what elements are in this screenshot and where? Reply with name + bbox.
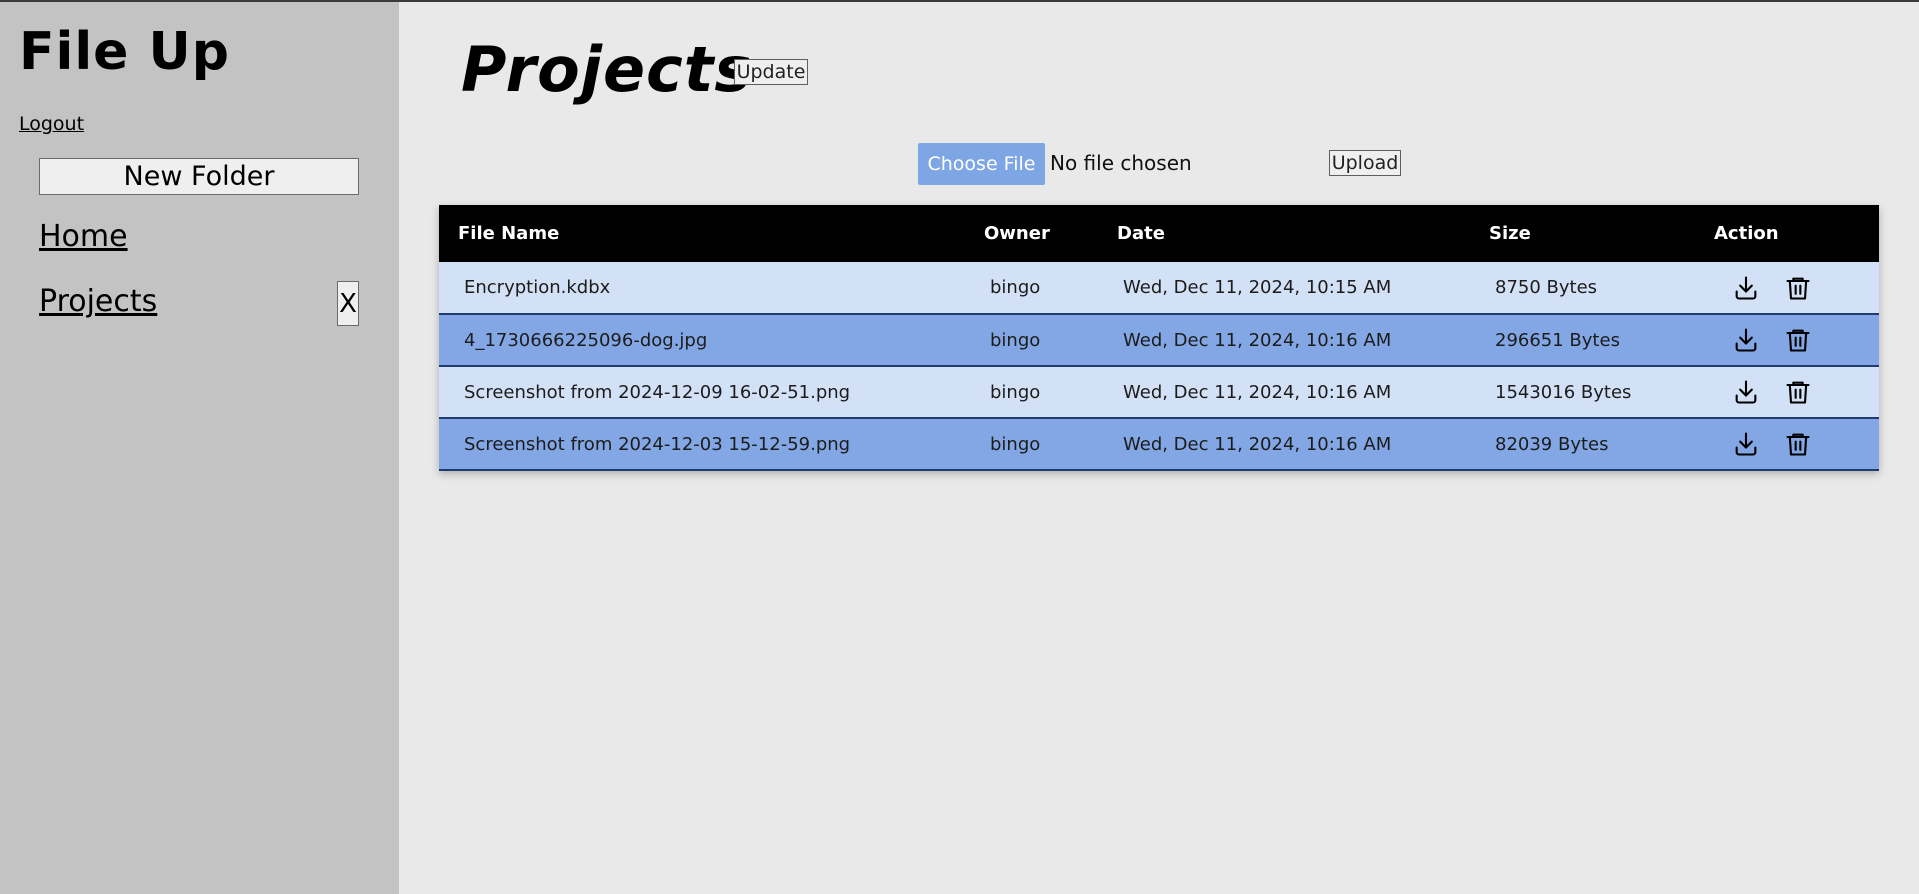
owner-cell: bingo: [990, 381, 1041, 403]
new-folder-button[interactable]: New Folder: [39, 158, 359, 195]
column-header-size[interactable]: Size: [1470, 205, 1695, 262]
column-header-date[interactable]: Date: [1098, 205, 1470, 262]
file-table: File Name Owner Date Size Action Encrypt…: [439, 205, 1879, 471]
date-cell: Wed, Dec 11, 2024, 10:15 AM: [1123, 277, 1392, 298]
sidebar: File Up Logout New Folder Home Projects …: [0, 2, 399, 894]
file-name-cell: Screenshot from 2024-12-09 16-02-51.png: [464, 381, 851, 403]
table-row: 4_1730666225096-dog.jpg bingo Wed, Dec 1…: [439, 314, 1879, 366]
trash-icon[interactable]: [1784, 430, 1812, 458]
download-icon[interactable]: [1732, 430, 1760, 458]
owner-cell: bingo: [990, 433, 1041, 455]
trash-icon[interactable]: [1784, 326, 1812, 354]
download-icon[interactable]: [1732, 326, 1760, 354]
column-header-action: Action: [1714, 223, 1779, 244]
table-header-row: File Name Owner Date Size Action: [439, 205, 1879, 262]
size-cell: 296651 Bytes: [1495, 329, 1620, 351]
action-cell: [1695, 418, 1879, 470]
file-name-cell: Encryption.kdbx: [464, 277, 611, 298]
file-name-cell: Screenshot from 2024-12-03 15-12-59.png: [464, 433, 851, 455]
action-cell: [1695, 366, 1879, 418]
file-status-text: No file chosen: [1050, 151, 1192, 175]
page-title: Projects: [461, 33, 753, 106]
trash-icon[interactable]: [1784, 274, 1812, 302]
trash-icon[interactable]: [1784, 378, 1812, 406]
table-row: Screenshot from 2024-12-09 16-02-51.png …: [439, 366, 1879, 418]
column-header-owner[interactable]: Owner: [965, 205, 1098, 262]
download-icon[interactable]: [1732, 378, 1760, 406]
app-title: File Up: [19, 22, 230, 82]
upload-button[interactable]: Upload: [1329, 150, 1401, 176]
action-cell: [1695, 314, 1879, 366]
size-cell: 1543016 Bytes: [1495, 381, 1632, 403]
date-cell: Wed, Dec 11, 2024, 10:16 AM: [1123, 381, 1392, 403]
owner-cell: bingo: [990, 329, 1041, 351]
file-name-cell: 4_1730666225096-dog.jpg: [464, 329, 708, 351]
action-cell: [1695, 262, 1879, 314]
logout-link[interactable]: Logout: [19, 113, 84, 135]
sidebar-item-projects[interactable]: Projects: [39, 284, 157, 319]
size-cell: 8750 Bytes: [1495, 277, 1598, 298]
choose-file-button[interactable]: Choose File: [918, 143, 1045, 185]
remove-folder-button[interactable]: X: [337, 281, 359, 326]
sidebar-item-home[interactable]: Home: [39, 219, 128, 254]
column-header-file-name[interactable]: File Name: [439, 205, 965, 262]
date-cell: Wed, Dec 11, 2024, 10:16 AM: [1123, 433, 1392, 455]
download-icon[interactable]: [1732, 274, 1760, 302]
table-row: Encryption.kdbx bingo Wed, Dec 11, 2024,…: [439, 262, 1879, 314]
owner-cell: bingo: [990, 277, 1041, 298]
update-button[interactable]: Update: [734, 59, 808, 85]
table-row: Screenshot from 2024-12-03 15-12-59.png …: [439, 418, 1879, 470]
size-cell: 82039 Bytes: [1495, 433, 1609, 455]
date-cell: Wed, Dec 11, 2024, 10:16 AM: [1123, 329, 1392, 351]
